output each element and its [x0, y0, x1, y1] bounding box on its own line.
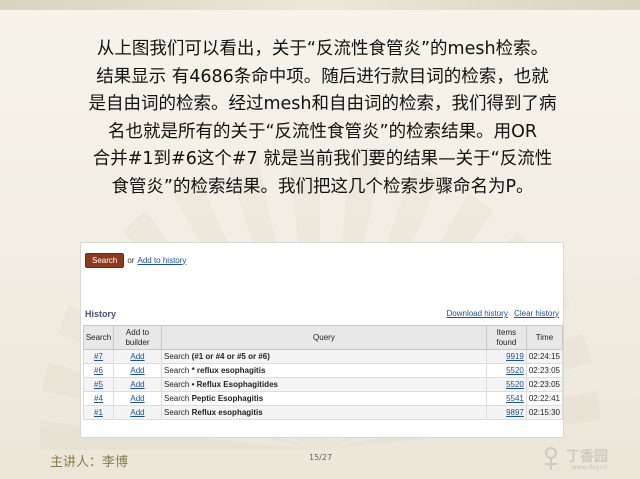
items-found-link[interactable]: 9897 — [506, 408, 524, 417]
items-found-link[interactable]: 5520 — [506, 366, 524, 375]
col-add-to-builder: Add to builder — [113, 325, 162, 350]
add-link[interactable]: Add — [130, 408, 144, 417]
page-number: 15/27 — [309, 453, 333, 462]
table-row: #1 Add Search Reflux esophagitis 9897 02… — [83, 405, 564, 420]
time-cell: 02:24:15 — [525, 349, 564, 364]
history-header: History Download history Clear history — [83, 309, 563, 323]
query-text: * reflux esophagitis — [191, 366, 266, 375]
col-query: Query — [161, 325, 487, 350]
dxy-logo-icon — [545, 447, 557, 470]
search-id-link[interactable]: #7 — [94, 352, 103, 361]
slide-paragraph: 从上图我们可以看出，关于“反流性食管炎”的mesh检索。 结果显示 有4686条… — [30, 36, 615, 201]
clear-history-link[interactable]: Clear history — [514, 309, 559, 318]
query-text: Peptic Esophagitis — [191, 394, 264, 403]
items-found-link[interactable]: 5520 — [506, 380, 524, 389]
col-items-found: Items found — [485, 325, 527, 350]
search-row: Search or Add to history — [85, 252, 186, 268]
watermark-url: www.dxy.cn — [572, 464, 608, 471]
search-button[interactable]: Search — [85, 252, 125, 268]
query-cell: Search • Reflux Esophagitides — [161, 377, 487, 392]
time-cell: 02:15:30 — [525, 405, 564, 420]
query-cell: Search Reflux esophagitis — [161, 405, 487, 420]
search-id-link[interactable]: #5 — [94, 380, 103, 389]
history-title: History — [85, 309, 117, 319]
history-links: Download history Clear history — [442, 309, 559, 318]
presenter-label: 主讲人：李博 — [50, 455, 129, 470]
query-prefix: Search — [164, 394, 190, 403]
query-prefix: Search — [164, 408, 190, 417]
table-row: #7 Add Search (#1 or #4 or #5 or #6) 991… — [83, 349, 564, 364]
col-time: Time — [525, 325, 564, 350]
query-cell: Search Peptic Esophagitis — [161, 391, 487, 406]
query-prefix: Search — [164, 366, 190, 375]
table-row: #6 Add Search * reflux esophagitis 5520 … — [83, 363, 564, 378]
table-row: #5 Add Search • Reflux Esophagitides 552… — [83, 377, 564, 392]
time-cell: 02:22:41 — [525, 391, 564, 406]
add-link[interactable]: Add — [130, 394, 144, 403]
add-to-history-link[interactable]: Add to history — [137, 256, 186, 265]
items-found-link[interactable]: 9919 — [506, 352, 524, 361]
time-cell: 02:23:05 — [525, 363, 564, 378]
search-id-link[interactable]: #1 — [94, 408, 103, 417]
query-prefix: Search — [164, 352, 190, 361]
add-link[interactable]: Add — [130, 352, 144, 361]
paragraph-line-2: 结果显示 有4686条命中项。随后进行款目词的检索，也就 — [96, 66, 549, 87]
col-search: Search — [83, 325, 114, 350]
query-text: • Reflux Esophagitides — [191, 380, 278, 389]
query-cell: Search * reflux esophagitis — [161, 363, 487, 378]
history-table-header: Search Add to builder Query Items found … — [83, 325, 564, 350]
query-prefix: Search — [164, 380, 190, 389]
paragraph-line-1: 从上图我们可以看出，关于“反流性食管炎”的mesh检索。 — [96, 39, 549, 59]
query-cell: Search (#1 or #4 or #5 or #6) — [161, 349, 487, 364]
query-text: (#1 or #4 or #5 or #6) — [191, 352, 270, 361]
top-band — [0, 0, 640, 10]
download-history-link[interactable]: Download history — [446, 309, 507, 318]
or-text: or — [127, 255, 135, 265]
table-row: #4 Add Search Peptic Esophagitis 5541 02… — [83, 391, 564, 406]
paragraph-line-3: 是自由词的检索。经过mesh和自由词的检索，我们得到了病 — [88, 94, 557, 114]
paragraph-line-5: 合并#1到#6这个#7 就是当前我们要的结果—关于“反流性 — [92, 149, 553, 169]
add-link[interactable]: Add — [130, 366, 144, 375]
add-link[interactable]: Add — [130, 380, 144, 389]
query-text: Reflux esophagitis — [191, 408, 263, 417]
history-table: Search Add to builder Query Items found … — [83, 325, 564, 420]
watermark: 丁香园 www.dxy.cn — [538, 444, 638, 474]
slide: 从上图我们可以看出，关于“反流性食管炎”的mesh检索。 结果显示 有4686条… — [0, 0, 640, 479]
search-id-link[interactable]: #6 — [94, 366, 103, 375]
paragraph-line-6: 食管炎”的检索结果。我们把这几个检索步骤命名为P。 — [111, 176, 534, 197]
watermark-name: 丁香园 — [566, 449, 608, 465]
pubmed-screenshot-panel: Search or Add to history History Downloa… — [80, 242, 564, 438]
paragraph-line-4: 名也就是所有的关于“反流性食管炎”的检索结果。用OR — [107, 121, 538, 142]
search-id-link[interactable]: #4 — [94, 394, 103, 403]
items-found-link[interactable]: 5541 — [506, 394, 524, 403]
time-cell: 02:23:05 — [525, 377, 564, 392]
